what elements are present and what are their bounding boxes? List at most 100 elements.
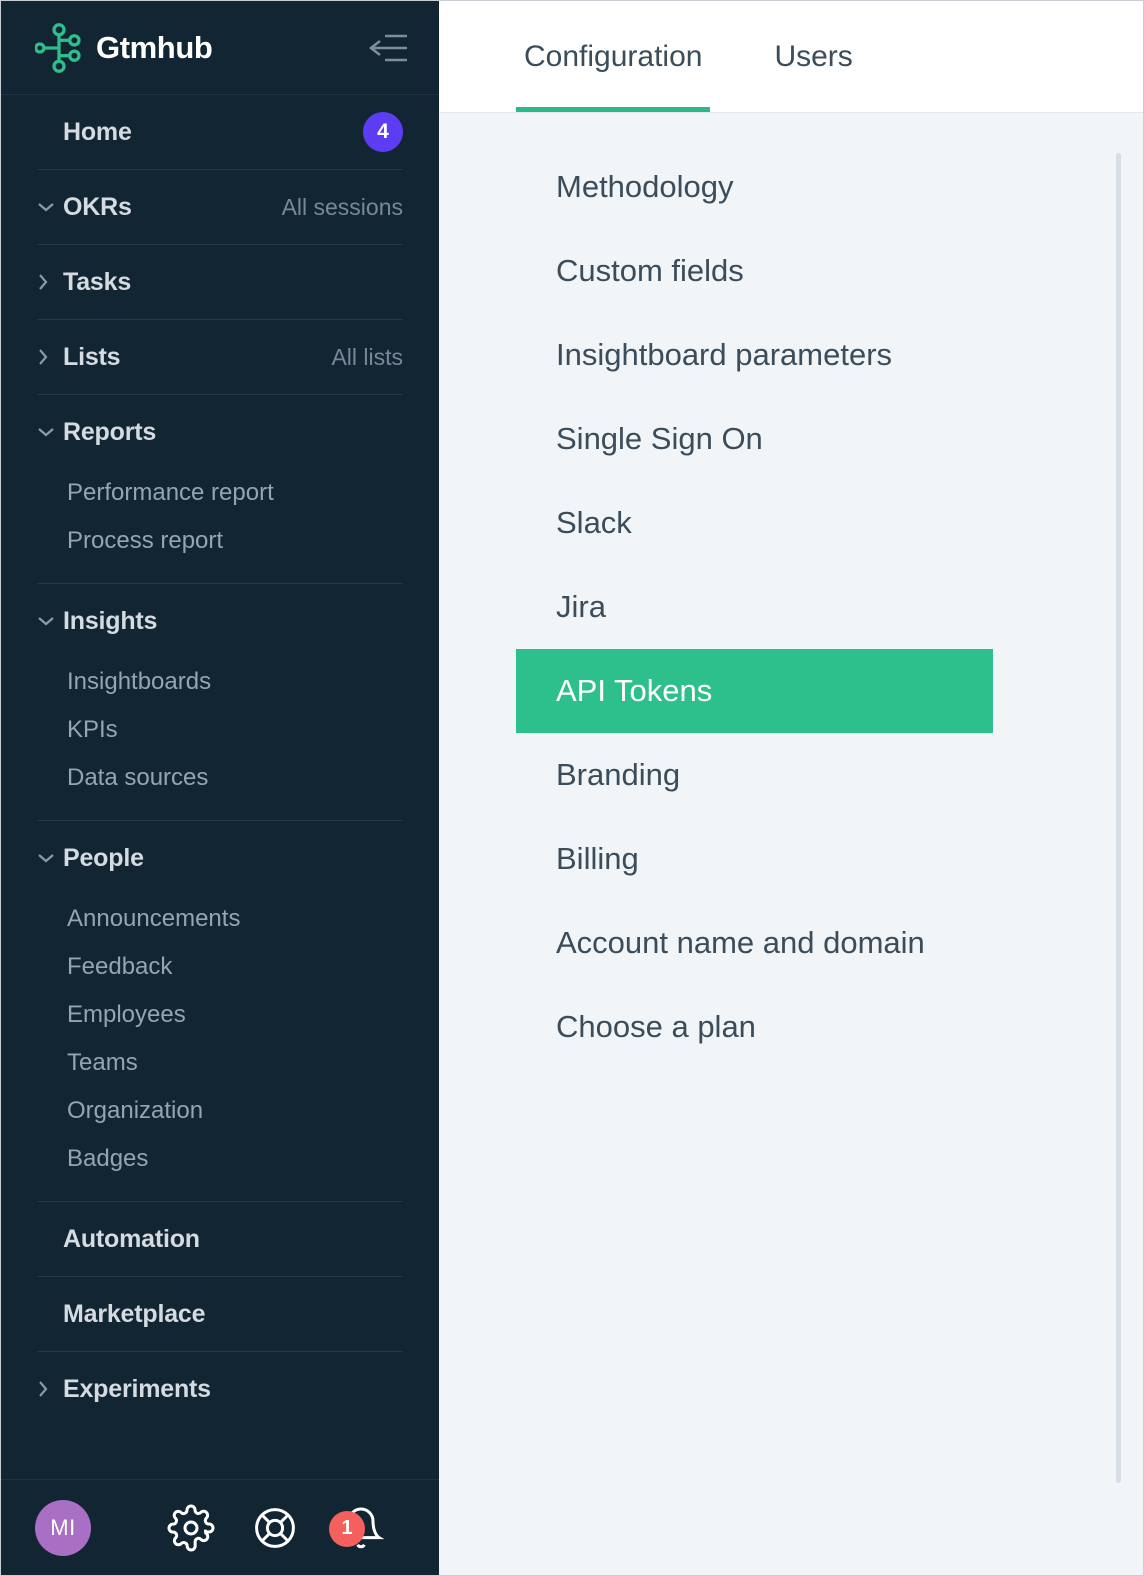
settings-item-choose-a-plan[interactable]: Choose a plan <box>516 985 993 1069</box>
brand[interactable]: Gtmhub <box>35 22 213 73</box>
chevron-right-icon <box>37 273 63 291</box>
settings-item-label: Jira <box>556 589 606 624</box>
settings-item-methodology[interactable]: Methodology <box>516 145 993 229</box>
home-badge: 4 <box>363 112 403 152</box>
sidebar-item-label: Automation <box>63 1224 200 1253</box>
sidebar-subitem-process-report[interactable]: Process report <box>37 517 403 565</box>
settings-item-label: Insightboard parameters <box>556 337 893 372</box>
settings-item-label: Single Sign On <box>556 421 763 456</box>
sidebar-subitem-data-sources[interactable]: Data sources <box>37 754 403 802</box>
chevron-down-icon <box>37 426 63 438</box>
settings-item-api-tokens[interactable]: API Tokens <box>516 649 993 733</box>
brand-name: Gtmhub <box>96 29 213 65</box>
application-window: Gtmhub Home 4 OKRs All sessions Tasks Li… <box>0 0 1144 1576</box>
sidebar-item-aside-all-lists[interactable]: All lists <box>331 344 403 371</box>
sidebar-item-label: Experiments <box>63 1374 211 1403</box>
settings-item-label: Methodology <box>556 169 734 204</box>
sidebar-group-reports: Reports Performance report Process repor… <box>37 395 403 584</box>
sidebar-item-okrs[interactable]: OKRs All sessions <box>37 170 403 244</box>
avatar[interactable]: MI <box>35 1499 91 1556</box>
settings-panel: Methodology Custom fields Insightboard p… <box>439 113 1143 1575</box>
sidebar-item-lists[interactable]: Lists All lists <box>37 320 403 394</box>
settings-list: Methodology Custom fields Insightboard p… <box>439 145 1143 1069</box>
sidebar-item-experiments[interactable]: Experiments <box>37 1352 403 1426</box>
settings-item-label: Custom fields <box>556 253 744 288</box>
sidebar-subitem-announcements[interactable]: Announcements <box>37 895 403 943</box>
sidebar-subitem-badges[interactable]: Badges <box>37 1135 403 1183</box>
footer-icon-group: 1 <box>167 1504 407 1552</box>
sidebar-item-insights[interactable]: Insights <box>37 584 403 658</box>
tab-configuration[interactable]: Configuration <box>516 1 711 112</box>
notifications-button[interactable]: 1 <box>329 1505 387 1551</box>
sidebar-item-marketplace[interactable]: Marketplace <box>37 1277 403 1351</box>
settings-item-label: Choose a plan <box>556 1009 756 1044</box>
settings-item-label: Account name and domain <box>556 925 925 960</box>
sidebar: Gtmhub Home 4 OKRs All sessions Tasks Li… <box>1 1 439 1575</box>
gear-icon[interactable] <box>167 1504 215 1552</box>
sidebar-group-lists: Lists All lists <box>37 320 403 395</box>
settings-item-account-name-and-domain[interactable]: Account name and domain <box>516 901 993 985</box>
tabbar: Configuration Users <box>439 1 1143 113</box>
sidebar-item-label: Insights <box>63 606 158 635</box>
sidebar-group-people: People Announcements Feedback Employees … <box>37 821 403 1202</box>
content-scrollbar[interactable] <box>1116 153 1121 1535</box>
sidebar-group-okrs: OKRs All sessions <box>37 170 403 245</box>
sidebar-item-label: Reports <box>63 417 157 446</box>
chevron-right-icon <box>37 348 63 366</box>
main-content: Configuration Users Methodology Custom f… <box>439 1 1143 1575</box>
tab-users[interactable]: Users <box>766 1 860 112</box>
sidebar-item-label: OKRs <box>63 192 132 221</box>
sidebar-item-tasks[interactable]: Tasks <box>37 245 403 319</box>
settings-item-jira[interactable]: Jira <box>516 565 993 649</box>
settings-item-label: Billing <box>556 841 639 876</box>
settings-item-branding[interactable]: Branding <box>516 733 993 817</box>
settings-item-label: API Tokens <box>556 673 713 708</box>
tab-label: Users <box>774 39 853 73</box>
sidebar-nav: Home 4 OKRs All sessions Tasks Lists All… <box>1 95 439 1479</box>
sidebar-item-label: Lists <box>63 342 121 371</box>
sidebar-subitem-organization[interactable]: Organization <box>37 1087 403 1135</box>
sidebar-group-tasks: Tasks <box>37 245 403 320</box>
sidebar-subitem-insightboards[interactable]: Insightboards <box>37 658 403 706</box>
settings-item-single-sign-on[interactable]: Single Sign On <box>516 397 993 481</box>
content-scrollbar-thumb[interactable] <box>1116 153 1121 1483</box>
sidebar-subnav-reports: Performance report Process report <box>37 469 403 583</box>
chevron-down-icon <box>37 201 63 213</box>
chevron-down-icon <box>37 852 63 864</box>
settings-item-insightboard-parameters[interactable]: Insightboard parameters <box>516 313 993 397</box>
sidebar-subitem-performance-report[interactable]: Performance report <box>37 469 403 517</box>
sidebar-item-label: Tasks <box>63 267 132 296</box>
settings-item-label: Slack <box>556 505 632 540</box>
gtmhub-network-logo-icon <box>35 22 83 73</box>
sidebar-item-home[interactable]: Home 4 <box>37 95 403 169</box>
sidebar-item-label: Marketplace <box>63 1299 206 1328</box>
sidebar-item-aside-all-sessions[interactable]: All sessions <box>282 194 403 221</box>
sidebar-subitem-feedback[interactable]: Feedback <box>37 943 403 991</box>
collapse-sidebar-icon[interactable] <box>367 28 411 68</box>
settings-item-billing[interactable]: Billing <box>516 817 993 901</box>
chevron-right-icon <box>37 1380 63 1398</box>
sidebar-group-experiments: Experiments <box>37 1352 403 1426</box>
sidebar-header: Gtmhub <box>1 1 439 95</box>
sidebar-item-automation[interactable]: Automation <box>37 1202 403 1276</box>
sidebar-group-insights: Insights Insightboards KPIs Data sources <box>37 584 403 821</box>
sidebar-item-label: Home <box>63 117 132 146</box>
sidebar-group-automation: Automation <box>37 1202 403 1277</box>
notification-count-badge: 1 <box>329 1510 365 1547</box>
sidebar-footer: MI 1 <box>1 1479 439 1575</box>
sidebar-group-home: Home 4 <box>37 95 403 170</box>
settings-item-label: Branding <box>556 757 681 792</box>
sidebar-subitem-teams[interactable]: Teams <box>37 1039 403 1087</box>
sidebar-item-label: People <box>63 843 144 872</box>
sidebar-subnav-people: Announcements Feedback Employees Teams O… <box>37 895 403 1201</box>
settings-item-custom-fields[interactable]: Custom fields <box>516 229 993 313</box>
tab-label: Configuration <box>524 39 703 73</box>
sidebar-subitem-kpis[interactable]: KPIs <box>37 706 403 754</box>
sidebar-item-reports[interactable]: Reports <box>37 395 403 469</box>
chevron-down-icon <box>37 615 63 627</box>
sidebar-subitem-employees[interactable]: Employees <box>37 991 403 1039</box>
lifebuoy-icon[interactable] <box>251 1504 299 1552</box>
sidebar-subnav-insights: Insightboards KPIs Data sources <box>37 658 403 820</box>
settings-item-slack[interactable]: Slack <box>516 481 993 565</box>
sidebar-item-people[interactable]: People <box>37 821 403 895</box>
